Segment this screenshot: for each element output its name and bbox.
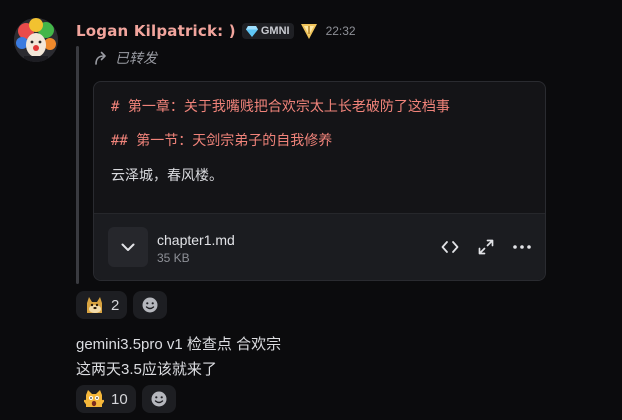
view-code-button[interactable] xyxy=(439,236,461,258)
reaction-doge[interactable]: 2 xyxy=(76,291,128,319)
message-header: Logan Kilpatrick: ) GMNI 22:32 xyxy=(76,20,356,42)
reaction-count: 2 xyxy=(111,296,120,314)
reactions-bar: 2 xyxy=(76,291,168,319)
add-reaction-button[interactable] xyxy=(133,291,168,319)
reaction-screaming-cat[interactable]: 10 xyxy=(76,385,136,413)
timestamp: 22:32 xyxy=(325,24,356,38)
expand-fullscreen-button[interactable] xyxy=(475,236,497,258)
add-reaction-button[interactable] xyxy=(141,385,176,413)
more-options-button[interactable] xyxy=(511,236,533,258)
add-reaction-icon xyxy=(151,391,167,407)
doge-icon xyxy=(87,297,102,313)
attachment-actions xyxy=(439,236,533,258)
username[interactable]: Logan Kilpatrick: ) xyxy=(76,22,236,40)
code-icon xyxy=(441,241,459,253)
triangle-badge-icon[interactable] xyxy=(300,22,318,40)
forwarded-label: 已转发 xyxy=(94,48,157,68)
gem-icon xyxy=(245,25,258,37)
expand-icon xyxy=(478,239,494,255)
forward-arrow-icon xyxy=(95,51,106,65)
forwarded-text: 已转发 xyxy=(115,50,157,66)
reaction-count: 10 xyxy=(111,390,128,408)
forward-bar xyxy=(76,46,79,284)
server-tag[interactable]: GMNI xyxy=(241,23,294,39)
avatar[interactable] xyxy=(14,18,58,62)
expand-button[interactable] xyxy=(108,227,148,267)
chevron-down-icon xyxy=(121,243,135,251)
forwarded-card: # 第一章：关于我嘴贱把合欢宗太上长老破防了这档事 ## 第一节：天剑宗弟子的自… xyxy=(93,81,546,281)
markdown-heading-2: ## 第一节：天剑宗弟子的自我修养 xyxy=(111,133,333,149)
server-tag-label: GMNI xyxy=(260,25,290,37)
markdown-paragraph: 云泽城，春风楼。 xyxy=(111,167,223,183)
markdown-preview: # 第一章：关于我嘴贱把合欢宗太上长老破防了这档事 ## 第一节：天剑宗弟子的自… xyxy=(111,96,535,186)
file-attachment: chapter1.md 35 KB xyxy=(94,213,545,280)
reactions-bar: 10 xyxy=(76,385,176,413)
message-line-1: gemini3.5pro v1 检查点 合欢宗 xyxy=(76,336,282,353)
file-size: 35 KB xyxy=(157,251,190,265)
message-line-2: 这两天3.5应该就来了 xyxy=(76,361,217,378)
add-reaction-icon xyxy=(142,297,158,313)
screaming-cat-icon xyxy=(84,390,104,407)
more-icon xyxy=(513,245,531,249)
markdown-heading-1: # 第一章：关于我嘴贱把合欢宗太上长老破防了这档事 xyxy=(111,99,450,115)
file-name[interactable]: chapter1.md xyxy=(157,232,235,248)
